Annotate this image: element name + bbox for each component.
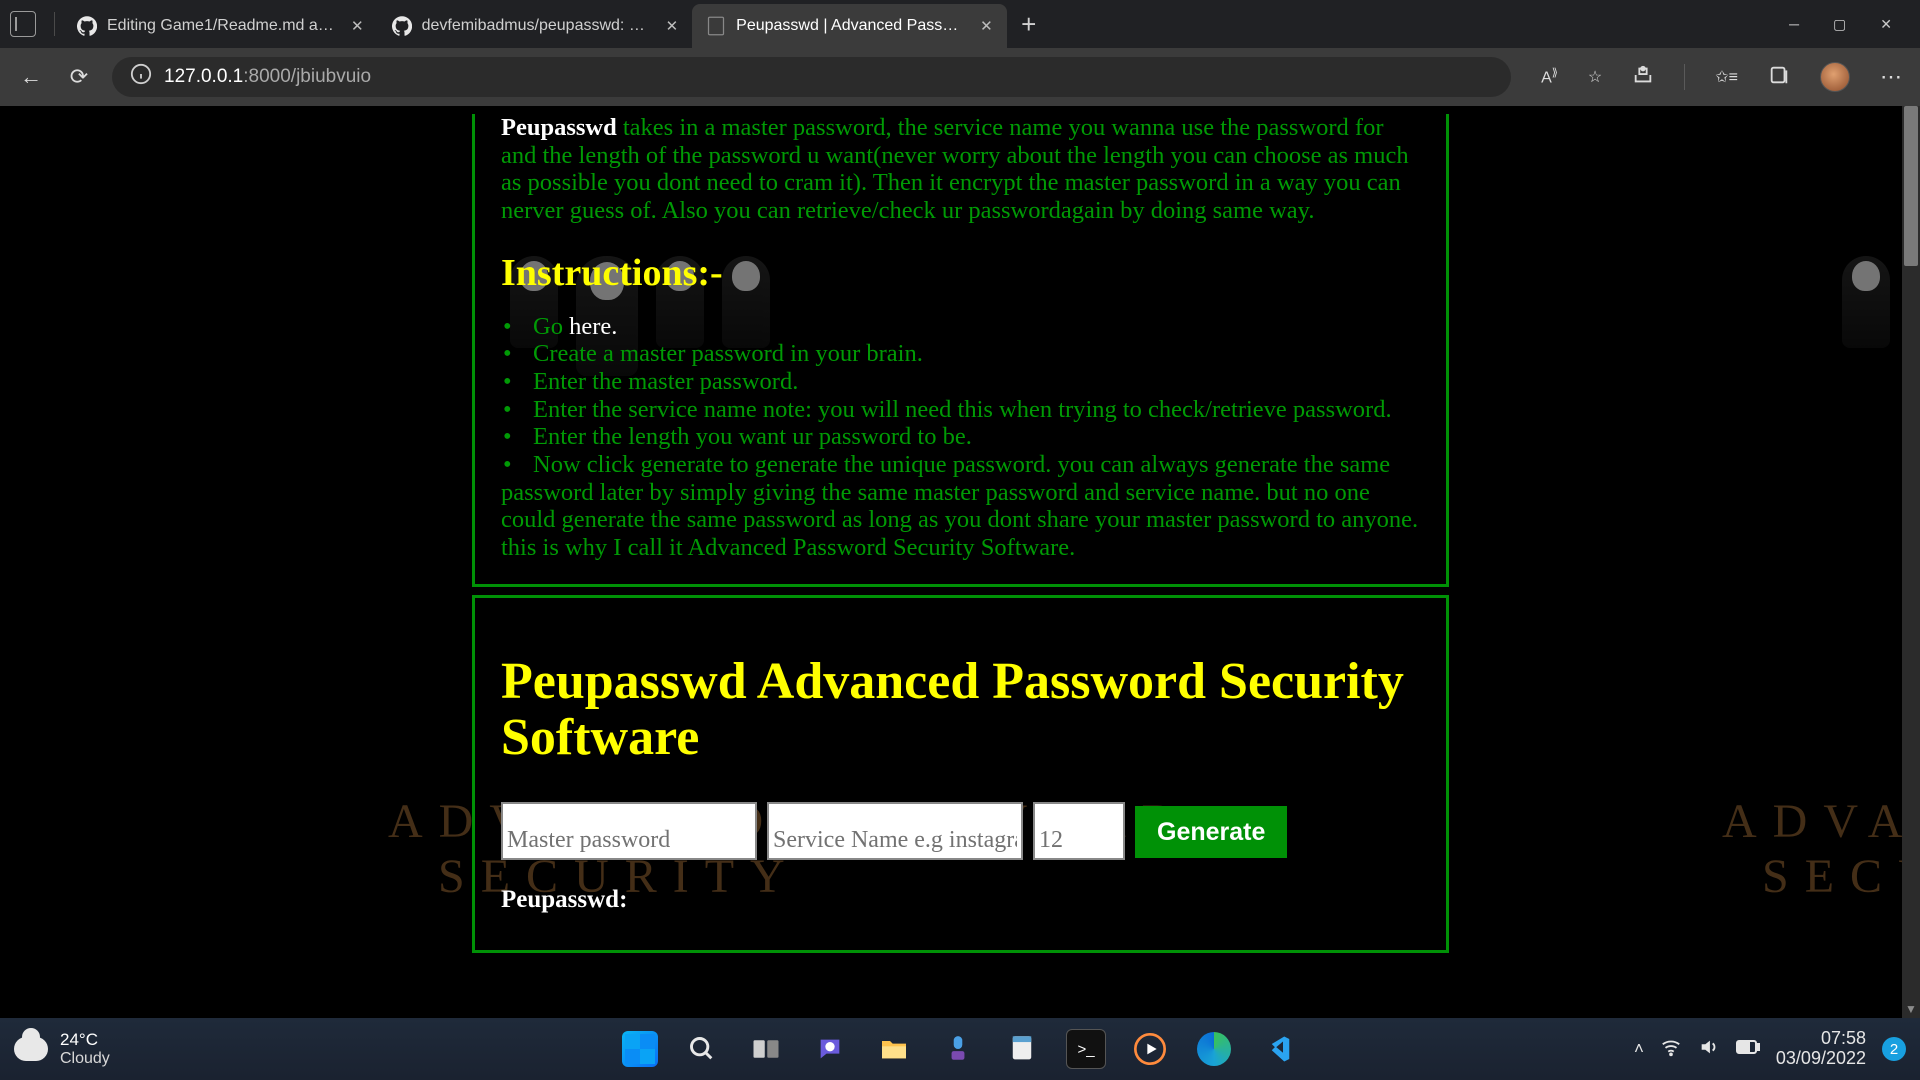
chat-icon[interactable] bbox=[810, 1029, 850, 1069]
instructions-list: Go here. Create a master password in you… bbox=[501, 313, 1420, 479]
search-icon[interactable] bbox=[682, 1029, 722, 1069]
window-controls: ─ ▢ ✕ bbox=[1789, 16, 1920, 33]
browser-toolbar: ← ⟳ 127.0.0.1:8000/jbiubvuio A⟫ ☆ ✩≡ ⋯ bbox=[0, 48, 1920, 106]
list-item: Enter the master password. bbox=[501, 368, 1420, 396]
intro-panel: Peupasswd takes in a master password, th… bbox=[472, 114, 1449, 587]
extensions-icon[interactable] bbox=[1632, 64, 1654, 91]
windows-taskbar: 24°C Cloudy >_ ˄ bbox=[0, 1018, 1920, 1080]
favorite-icon[interactable]: ☆ bbox=[1588, 67, 1602, 87]
address-text: 127.0.0.1:8000/jbiubvuio bbox=[164, 66, 371, 88]
app-icon-2[interactable] bbox=[1002, 1029, 1042, 1069]
media-player-icon[interactable] bbox=[1130, 1029, 1170, 1069]
taskbar-center-icons: >_ bbox=[622, 1029, 1298, 1069]
notifications-badge[interactable]: 2 bbox=[1882, 1037, 1906, 1061]
start-button[interactable] bbox=[622, 1031, 658, 1067]
weather-temp: 24°C bbox=[60, 1031, 110, 1050]
refresh-button[interactable]: ⟳ bbox=[64, 64, 94, 90]
generator-form: Generate bbox=[501, 802, 1420, 860]
background-figures bbox=[1842, 256, 1890, 348]
profile-avatar[interactable] bbox=[1820, 62, 1850, 92]
instruction-continuation: password later by simply giving the same… bbox=[501, 479, 1420, 562]
read-aloud-icon[interactable]: A⟫ bbox=[1541, 66, 1558, 87]
service-name-input[interactable] bbox=[773, 827, 1017, 854]
close-icon[interactable]: ✕ bbox=[666, 17, 679, 35]
collections-icon[interactable] bbox=[1768, 64, 1790, 91]
site-info-icon[interactable] bbox=[130, 63, 152, 91]
wifi-icon[interactable] bbox=[1660, 1036, 1682, 1063]
app-icon-1[interactable] bbox=[938, 1029, 978, 1069]
intro-paragraph: Peupasswd takes in a master password, th… bbox=[501, 114, 1420, 225]
new-tab-button[interactable]: + bbox=[1007, 9, 1051, 40]
tab-actions-button[interactable] bbox=[10, 11, 36, 37]
master-password-field[interactable] bbox=[501, 802, 757, 860]
page-content: ADVANCED PASSWORD SECURITY ADVANC SECURI… bbox=[0, 106, 1902, 1018]
length-field[interactable] bbox=[1033, 802, 1125, 860]
tab-title: Peupasswd | Advanced Password bbox=[736, 17, 966, 35]
vscode-icon[interactable] bbox=[1258, 1029, 1298, 1069]
tab-github-readme[interactable]: Editing Game1/Readme.md at m ✕ bbox=[63, 4, 378, 48]
volume-icon[interactable] bbox=[1698, 1036, 1720, 1063]
time-text: 07:58 bbox=[1776, 1029, 1866, 1049]
toolbar-actions: A⟫ ☆ ✩≡ ⋯ bbox=[1541, 62, 1904, 92]
more-menu-icon[interactable]: ⋯ bbox=[1880, 64, 1904, 90]
weather-widget[interactable]: 24°C Cloudy bbox=[14, 1031, 110, 1067]
list-item: Now click generate to generate the uniqu… bbox=[501, 451, 1420, 479]
tray-chevron-icon[interactable]: ˄ bbox=[1634, 1039, 1644, 1059]
favorites-list-icon[interactable]: ✩≡ bbox=[1715, 67, 1738, 87]
tab-github-peupasswd[interactable]: devfemibadmus/peupasswd: peu ✕ bbox=[378, 4, 693, 48]
address-bar[interactable]: 127.0.0.1:8000/jbiubvuio bbox=[112, 57, 1511, 97]
tab-title: Editing Game1/Readme.md at m bbox=[107, 17, 337, 35]
close-icon[interactable]: ✕ bbox=[980, 17, 993, 35]
instructions-heading: Instructions:- bbox=[501, 251, 1420, 295]
back-button[interactable]: ← bbox=[16, 64, 46, 90]
master-password-input[interactable] bbox=[507, 827, 751, 854]
close-window-icon[interactable]: ✕ bbox=[1880, 16, 1892, 33]
watermark-text: ADVANC SECURI bbox=[1722, 794, 1902, 904]
divider bbox=[1684, 64, 1685, 90]
clock[interactable]: 07:58 03/09/2022 bbox=[1776, 1029, 1866, 1069]
list-item: Go here. bbox=[501, 313, 1420, 341]
list-item: Enter the length you want ur password to… bbox=[501, 423, 1420, 451]
divider bbox=[54, 12, 55, 36]
terminal-icon[interactable]: >_ bbox=[1066, 1029, 1106, 1069]
generator-panel: Peupasswd Advanced Password Security Sof… bbox=[472, 595, 1449, 953]
maximize-icon[interactable]: ▢ bbox=[1833, 16, 1846, 33]
file-explorer-icon[interactable] bbox=[874, 1029, 914, 1069]
system-tray: ˄ 07:58 03/09/2022 2 bbox=[1634, 1029, 1906, 1069]
close-icon[interactable]: ✕ bbox=[351, 17, 364, 35]
here-link[interactable]: here. bbox=[569, 313, 617, 340]
weather-desc: Cloudy bbox=[60, 1050, 110, 1068]
list-item: Create a master password in your brain. bbox=[501, 340, 1420, 368]
page-icon bbox=[706, 16, 726, 36]
minimize-icon[interactable]: ─ bbox=[1789, 16, 1799, 32]
section-title: Peupasswd Advanced Password Security Sof… bbox=[501, 654, 1420, 766]
date-text: 03/09/2022 bbox=[1776, 1049, 1866, 1069]
tab-peupasswd-app[interactable]: Peupasswd | Advanced Password ✕ bbox=[692, 4, 1007, 48]
edge-browser-icon[interactable] bbox=[1194, 1029, 1234, 1069]
output-label: Peupasswd: bbox=[501, 886, 1420, 914]
length-input[interactable] bbox=[1039, 827, 1119, 854]
vertical-scrollbar[interactable]: ▲ ▼ bbox=[1902, 106, 1920, 1018]
generate-button[interactable]: Generate bbox=[1135, 806, 1287, 858]
task-view-icon[interactable] bbox=[746, 1029, 786, 1069]
battery-icon[interactable] bbox=[1736, 1039, 1760, 1060]
service-name-field[interactable] bbox=[767, 802, 1023, 860]
scroll-down-icon[interactable]: ▼ bbox=[1902, 1002, 1920, 1016]
github-icon bbox=[392, 16, 412, 36]
scrollbar-thumb[interactable] bbox=[1904, 106, 1918, 266]
browser-titlebar: Editing Game1/Readme.md at m ✕ devfemiba… bbox=[0, 0, 1920, 48]
github-icon bbox=[77, 16, 97, 36]
list-item: Enter the service name note: you will ne… bbox=[501, 396, 1420, 424]
tab-title: devfemibadmus/peupasswd: peu bbox=[422, 17, 652, 35]
cloud-icon bbox=[14, 1037, 48, 1061]
